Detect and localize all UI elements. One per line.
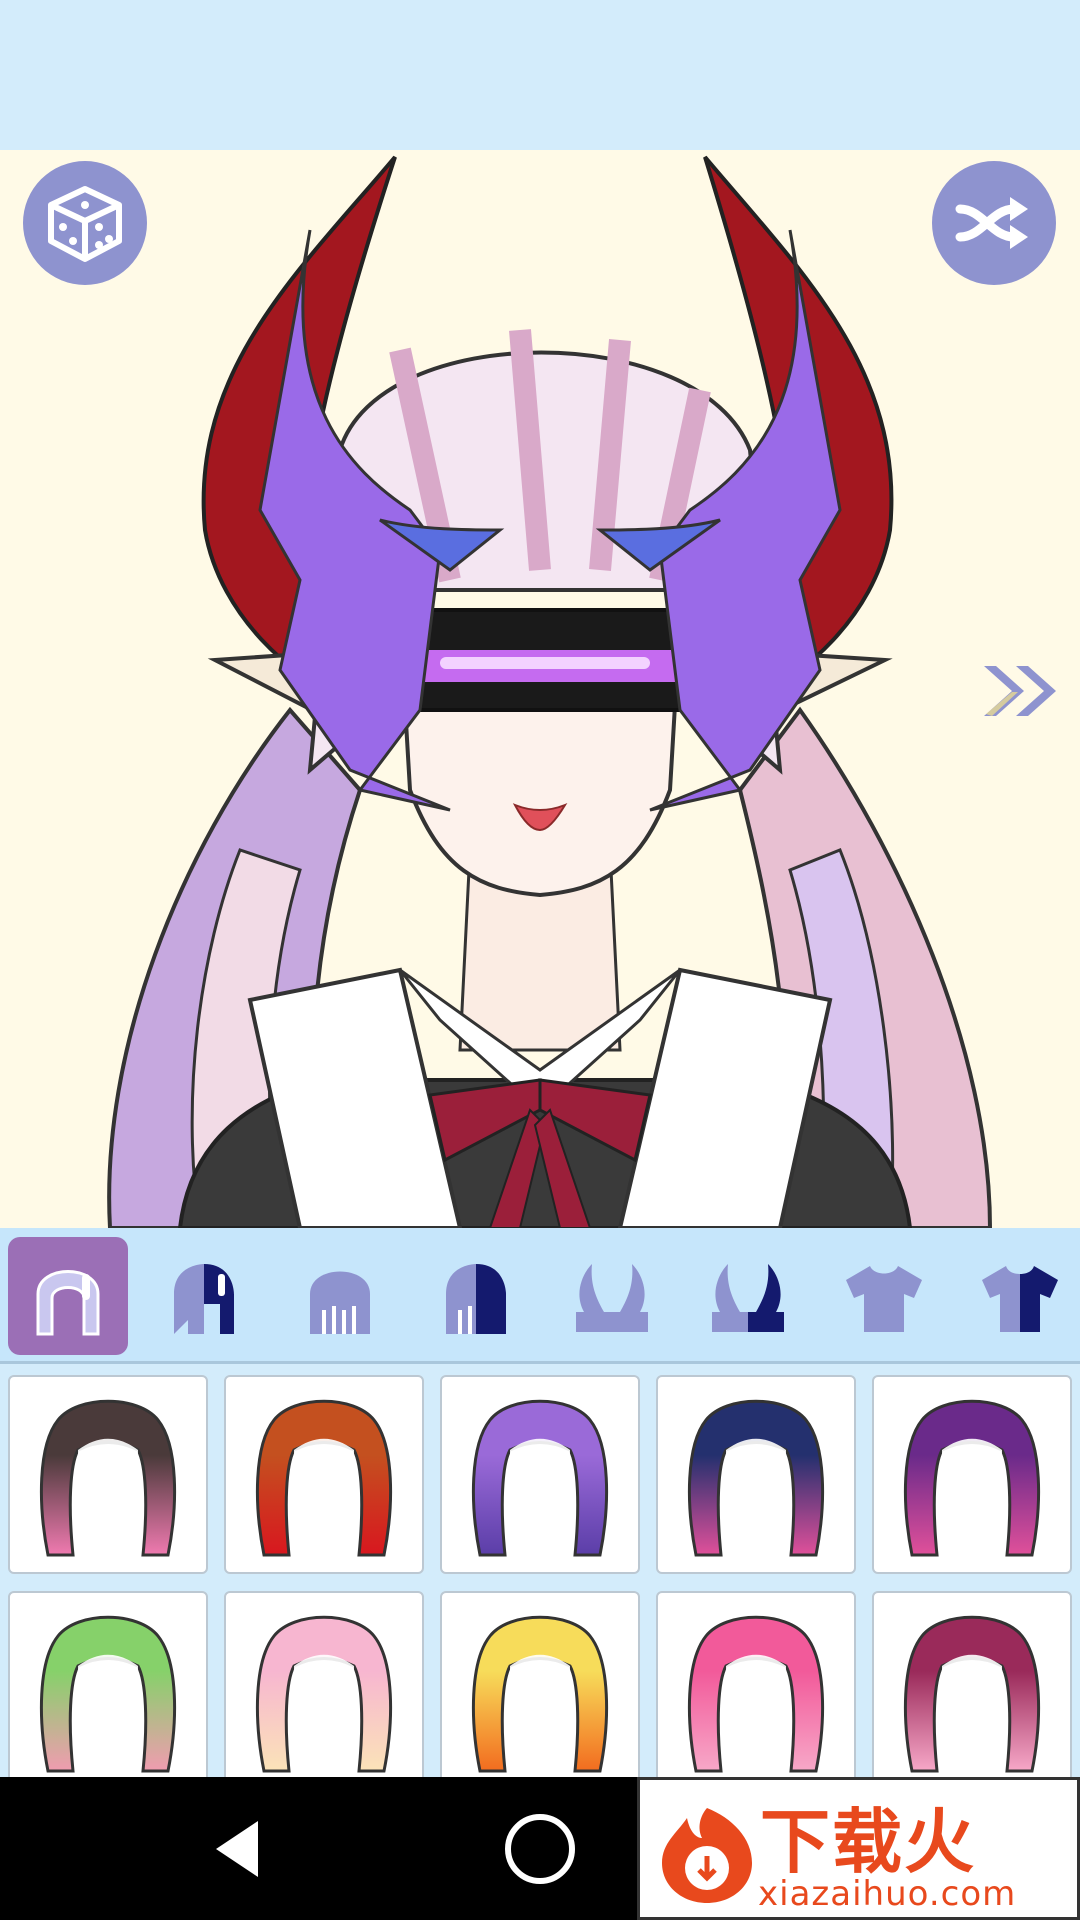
watermark-overlay: 下载火 xiazaihuo.com (637, 1777, 1080, 1920)
horns-icon (576, 1264, 648, 1332)
tab-hair-front-color[interactable] (144, 1237, 264, 1355)
tab-shirt-color[interactable] (960, 1237, 1080, 1355)
hair-option-icon (687, 1615, 825, 1772)
avatar-stage (0, 150, 1080, 1228)
next-page-button[interactable] (982, 664, 1062, 718)
hair-option-icon (687, 1399, 825, 1556)
hair-option-card[interactable] (440, 1591, 640, 1777)
shuffle-button[interactable] (932, 161, 1056, 285)
tab-hair-back[interactable] (280, 1237, 400, 1355)
hair-option-icon (39, 1399, 177, 1556)
tab-horns[interactable] (552, 1237, 672, 1355)
hair-options-grid (0, 1367, 1080, 1777)
back-triangle-icon[interactable] (208, 1817, 272, 1881)
hair-option-card[interactable] (440, 1375, 640, 1574)
hair-option-card[interactable] (656, 1375, 856, 1574)
app-root: 下载火 xiazaihuo.com (0, 0, 1080, 1920)
hair-option-icon (255, 1399, 393, 1556)
hair-option-card[interactable] (8, 1375, 208, 1574)
double-chevron-right-icon (984, 666, 1056, 716)
hair-option-icon (903, 1399, 1041, 1556)
avatar-character (107, 155, 993, 1228)
shirt-color-icon (982, 1266, 1058, 1332)
hair-front-icon (36, 1270, 100, 1336)
hair-front-color-icon (174, 1264, 234, 1334)
watermark-title: 下载火 (760, 1801, 976, 1883)
tab-hair-front[interactable] (8, 1237, 128, 1355)
random-dice-button[interactable] (23, 161, 147, 285)
hair-back-color-icon (446, 1264, 506, 1334)
hair-option-icon (39, 1615, 177, 1772)
tab-horns-color[interactable] (688, 1237, 808, 1355)
tab-hair-back-color[interactable] (416, 1237, 536, 1355)
home-circle-icon[interactable] (505, 1814, 575, 1884)
category-tabbar (0, 1228, 1080, 1364)
hair-option-card[interactable] (872, 1591, 1072, 1777)
watermark-url: xiazaihuo.com (758, 1874, 1017, 1914)
hair-option-icon (903, 1615, 1041, 1772)
watermark-logo (662, 1808, 752, 1903)
dice-icon (48, 186, 122, 262)
horns-color-icon (712, 1264, 784, 1332)
shirt-icon (846, 1266, 922, 1332)
hair-option-card[interactable] (8, 1591, 208, 1777)
hair-option-card[interactable] (656, 1591, 856, 1777)
hair-back-icon (310, 1271, 370, 1334)
hair-option-card[interactable] (224, 1375, 424, 1574)
shuffle-icon (955, 197, 1028, 249)
top-banner (0, 0, 1080, 150)
hair-option-icon (255, 1615, 393, 1772)
tab-shirt[interactable] (824, 1237, 944, 1355)
hair-option-card[interactable] (872, 1375, 1072, 1574)
hair-option-card[interactable] (224, 1591, 424, 1777)
hair-option-icon (471, 1615, 609, 1772)
hair-option-icon (471, 1399, 609, 1556)
